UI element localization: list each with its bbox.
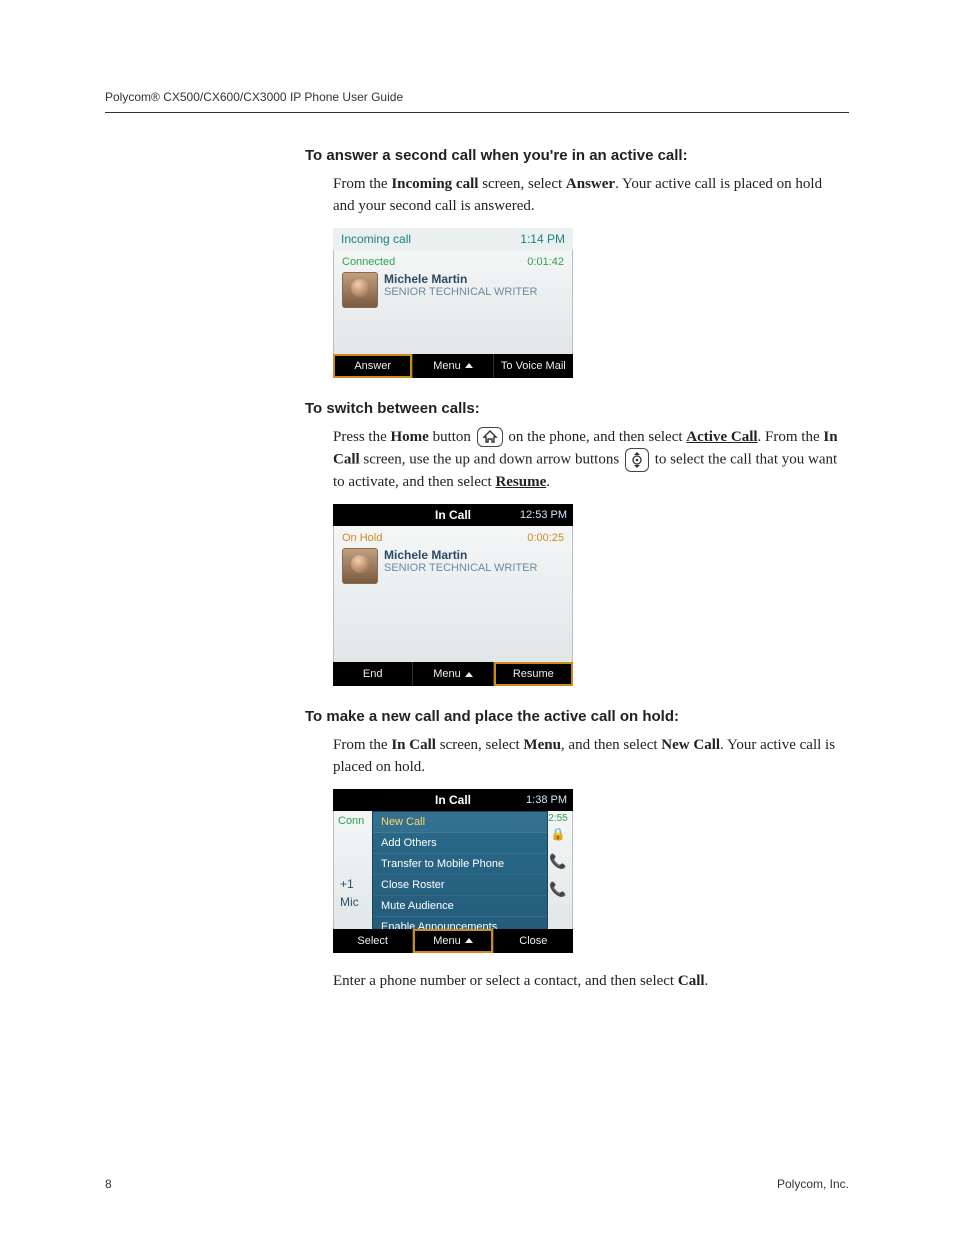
menu-item-add-others[interactable]: Add Others [373,833,547,854]
phone-body: Conn +1 Mic New Call Add Others Transfer… [333,811,573,929]
para-answer-second-call: From the Incoming call screen, select An… [305,174,845,218]
status-timer-clipped: 2:55 [548,813,568,824]
text: Enter a phone number or select a contact… [333,973,678,989]
contact-title: SENIOR TECHNICAL WRITER [384,286,537,298]
running-head: Polycom® CX500/CX600/CX3000 IP Phone Use… [105,90,849,113]
menu-item-close-roster[interactable]: Close Roster [373,875,547,896]
handset-icon: 📞 [548,882,568,896]
phone-in-call-menu: In Call 1:38 PM Conn +1 Mic New Call Add… [333,789,573,953]
avatar [342,548,378,584]
text: Press the [333,429,391,445]
status-timer: 0:01:42 [527,256,564,268]
softkey-bar: End Menu Resume [333,662,573,686]
softkey-answer[interactable]: Answer [333,354,413,378]
softkey-menu-label: Menu [433,360,461,372]
text-bold: In Call [391,737,436,753]
text-bold: New Call [661,737,720,753]
page-footer: 8 Polycom, Inc. [105,1177,849,1191]
softkey-bar: Answer Menu To Voice Mail [333,354,573,378]
menu-item-enable-announcements[interactable]: Enable Announcements [373,917,547,929]
phone-header-time: 12:53 PM [520,509,567,521]
softkey-close[interactable]: Close [494,929,573,953]
home-icon [477,427,503,447]
phone-in-call-hold: In Call 12:53 PM On Hold 0:00:25 Michele… [333,504,573,686]
softkey-end[interactable]: End [333,662,413,686]
phone-header-title: In Call [435,793,471,807]
phone-header-title: Incoming call [341,232,411,246]
softkey-menu[interactable]: Menu [413,662,493,686]
softkey-menu-label: Menu [433,935,461,947]
text-bold-underline: Active Call [686,429,757,445]
softkey-bar: Select Menu Close [333,929,573,953]
para-new-call-1: From the In Call screen, select Menu, an… [305,735,845,779]
participant-count: +1 [340,877,354,891]
lock-icon: 🔒 [548,828,568,840]
softkey-menu-label: Menu [433,668,461,680]
phone-body: Connected 0:01:42 Michele Martin SENIOR … [333,250,573,354]
para-new-call-2: Enter a phone number or select a contact… [305,971,845,993]
contact-name: Michele Martin [384,272,537,286]
text: From the [333,176,391,192]
text: . [758,429,762,445]
softkey-select[interactable]: Select [333,929,413,953]
status-on-hold: On Hold [342,532,382,544]
heading-new-call-hold: To make a new call and place the active … [305,708,845,725]
text: , and then select [561,737,661,753]
menu-item-transfer-to-mobile[interactable]: Transfer to Mobile Phone [373,854,547,875]
phone-right-column: 2:55 🔒 📞 📞 [548,813,568,896]
phone-header: Incoming call 1:14 PM [333,228,573,250]
status-row: Connected 0:01:42 [342,256,564,268]
content-column: To answer a second call when you're in a… [305,147,845,992]
text-bold: Home [391,429,429,445]
phone-header-time: 1:14 PM [520,232,565,246]
avatar [342,272,378,308]
softkey-menu[interactable]: Menu [413,929,493,953]
mic-label-clipped: Mic [340,895,359,909]
contact-name: Michele Martin [384,548,537,562]
phone-header-title: In Call [435,508,471,522]
heading-answer-second-call: To answer a second call when you're in a… [305,147,845,164]
text: screen, select [436,737,523,753]
text-bold-underline: Resume [495,474,546,490]
text-bold: Answer [566,176,615,192]
phone-body: On Hold 0:00:25 Michele Martin SENIOR TE… [333,526,573,662]
document-page: Polycom® CX500/CX600/CX3000 IP Phone Use… [0,0,954,1235]
text: From the [333,737,391,753]
para-switch-line1: Press the Home button on the phone, and … [305,427,845,495]
text-bold: Call [678,973,705,989]
status-row: On Hold 0:00:25 [342,532,564,544]
text-bold: Incoming call [391,176,478,192]
text: on the phone, and then select [505,429,687,445]
contact-title: SENIOR TECHNICAL WRITER [384,562,537,574]
contact-card: Michele Martin SENIOR TECHNICAL WRITER [342,548,564,584]
softkey-to-voicemail[interactable]: To Voice Mail [494,354,573,378]
heading-switch-between-calls: To switch between calls: [305,400,845,417]
footer-brand: Polycom, Inc. [777,1177,849,1191]
status-connected-clipped: Conn [338,815,376,827]
text: . [546,474,550,490]
text: screen, select [478,176,565,192]
text-bold: Menu [523,737,561,753]
page-number: 8 [105,1177,112,1191]
phone-incoming-call: Incoming call 1:14 PM Connected 0:01:42 … [333,228,573,378]
status-connected: Connected [342,256,395,268]
menu-popup: New Call Add Others Transfer to Mobile P… [372,811,548,929]
contact-text: Michele Martin SENIOR TECHNICAL WRITER [384,272,537,298]
text: . [705,973,709,989]
text: From the [765,429,823,445]
menu-item-mute-audience[interactable]: Mute Audience [373,896,547,917]
status-timer: 0:00:25 [527,532,564,544]
softkey-resume[interactable]: Resume [494,662,573,686]
phone-header: In Call 1:38 PM [333,789,573,811]
text: screen, use the up and down arrow button… [360,452,623,468]
phone-header-time: 1:38 PM [526,794,567,806]
contact-card: Michele Martin SENIOR TECHNICAL WRITER [342,272,564,308]
text: button [429,429,475,445]
dpad-icon [625,448,649,472]
phone-header: In Call 12:53 PM [333,504,573,526]
menu-item-new-call[interactable]: New Call [373,812,547,833]
contact-text: Michele Martin SENIOR TECHNICAL WRITER [384,548,537,574]
softkey-menu[interactable]: Menu [413,354,493,378]
handset-icon: 📞 [548,854,568,868]
